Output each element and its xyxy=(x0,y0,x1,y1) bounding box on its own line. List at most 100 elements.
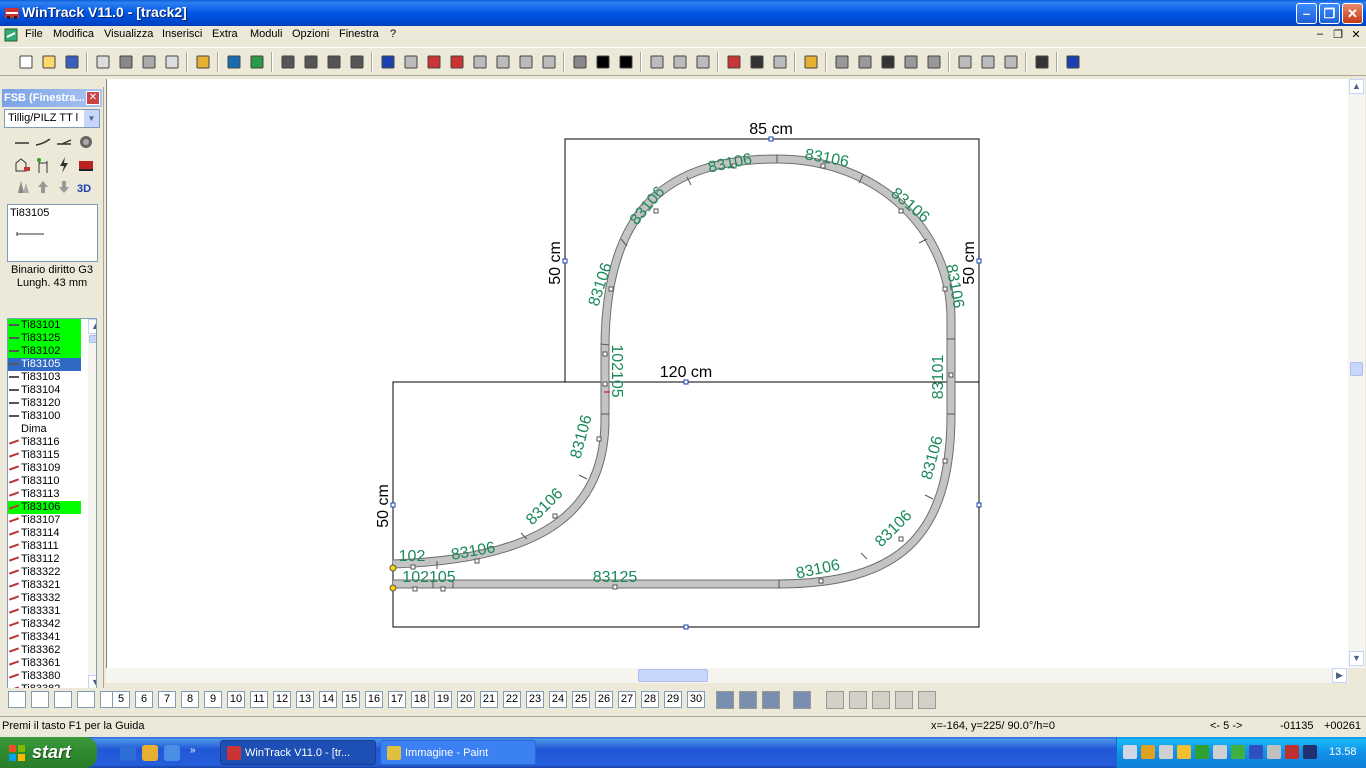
view3-icon[interactable] xyxy=(872,691,890,709)
layer3-icon[interactable] xyxy=(1001,52,1021,72)
list-item[interactable]: Ti83114 xyxy=(8,527,81,540)
tray-app-icon[interactable] xyxy=(1213,745,1227,759)
trees-icon[interactable] xyxy=(12,177,32,197)
train-icon[interactable] xyxy=(76,155,96,175)
straight-tool-icon[interactable] xyxy=(593,52,613,72)
signal-icon[interactable] xyxy=(33,155,53,175)
list-item[interactable]: Ti83110 xyxy=(8,475,81,488)
list-item[interactable]: Ti83106 xyxy=(8,501,81,514)
page-tab-hidden[interactable] xyxy=(77,691,95,708)
page-tab-16[interactable]: 16 xyxy=(365,691,383,708)
horizontal-scrollbar[interactable]: ▶ xyxy=(106,668,1348,683)
vertical-scroll-thumb[interactable] xyxy=(1350,362,1363,376)
view5-icon[interactable] xyxy=(918,691,936,709)
list-item[interactable]: Ti83113 xyxy=(8,488,81,501)
rotate180-icon[interactable] xyxy=(770,52,790,72)
connect-icon[interactable] xyxy=(878,52,898,72)
tray-monitor-icon[interactable] xyxy=(1303,745,1317,759)
fsb-close-icon[interactable]: ✕ xyxy=(86,91,100,105)
mdi-restore-button[interactable]: ❐ xyxy=(1330,28,1346,41)
electric-icon[interactable] xyxy=(54,155,74,175)
book-red-icon[interactable] xyxy=(424,52,444,72)
page-icon[interactable] xyxy=(162,52,182,72)
zoom-out-icon[interactable] xyxy=(278,52,298,72)
redo-icon[interactable] xyxy=(401,52,421,72)
list-item[interactable]: Ti83361 xyxy=(8,657,81,670)
page-tab-10[interactable]: 10 xyxy=(227,691,245,708)
piece-list-scroll-thumb[interactable] xyxy=(89,335,96,343)
stats-icon[interactable] xyxy=(224,52,244,72)
page-tab-14[interactable]: 14 xyxy=(319,691,337,708)
start-button[interactable]: start xyxy=(0,737,97,768)
insert-icon[interactable] xyxy=(801,52,821,72)
catalog-select[interactable]: Tillig/PILZ TT l ▼ xyxy=(4,109,100,128)
menu-inserisci[interactable]: Inserisci xyxy=(162,28,202,40)
page-tab-18[interactable]: 18 xyxy=(411,691,429,708)
module-icon[interactable] xyxy=(647,52,667,72)
scroll-up-icon[interactable]: ▲ xyxy=(88,319,96,334)
list-item[interactable]: Ti83322 xyxy=(8,566,81,579)
zoom-all-icon[interactable] xyxy=(347,52,367,72)
page-tab-hidden[interactable] xyxy=(31,691,49,708)
piece-list[interactable]: Ti83101 Ti83125 Ti83102 Ti83105 Ti83103 Ti831… xyxy=(7,318,97,691)
list-item[interactable]: Ti83362 xyxy=(8,644,81,657)
tray-sound-icon[interactable] xyxy=(1159,745,1173,759)
restore-button[interactable]: ❐ xyxy=(1319,3,1340,24)
copy-icon[interactable] xyxy=(516,52,536,72)
zoom-in-icon[interactable] xyxy=(301,52,321,72)
open-icon[interactable] xyxy=(39,52,59,72)
straight-piece-icon[interactable] xyxy=(12,132,32,152)
list-item[interactable]: Ti83332 xyxy=(8,592,81,605)
list-item[interactable]: Ti83100 xyxy=(8,410,81,423)
list-item[interactable]: Ti83111 xyxy=(8,540,81,553)
menu-modifica[interactable]: Modifica xyxy=(53,28,94,40)
menu-opzioni[interactable]: Opzioni xyxy=(292,28,329,40)
quicklaunch-more-icon[interactable]: » xyxy=(190,745,196,756)
minimize-button[interactable]: – xyxy=(1296,3,1317,24)
page-tab-6[interactable]: 6 xyxy=(135,691,153,708)
print-setup-icon[interactable] xyxy=(139,52,159,72)
list-item[interactable]: Ti83120 xyxy=(8,397,81,410)
list-item[interactable]: Dima xyxy=(8,423,81,436)
cut-icon[interactable] xyxy=(493,52,513,72)
list-item[interactable]: Ti83101 xyxy=(8,319,81,332)
page-tab-24[interactable]: 24 xyxy=(549,691,567,708)
tray-messenger-icon[interactable] xyxy=(1177,745,1191,759)
flex-icon[interactable] xyxy=(924,52,944,72)
track-plan[interactable]: 85 cm 50 cm 50 cm 120 cm 50 cm 83106 831… xyxy=(107,79,1349,668)
layer1-icon[interactable] xyxy=(955,52,975,72)
scroll-right-icon[interactable]: ▶ xyxy=(1332,668,1347,683)
page-tab-25[interactable]: 25 xyxy=(572,691,590,708)
page-tab-22[interactable]: 22 xyxy=(503,691,521,708)
chrome-icon[interactable] xyxy=(142,745,158,761)
align2-icon[interactable] xyxy=(855,52,875,72)
page-tab-8[interactable]: 8 xyxy=(181,691,199,708)
page-tab-12[interactable]: 12 xyxy=(273,691,291,708)
page-tab-hidden[interactable] xyxy=(8,691,26,708)
scroll-up-icon[interactable]: ▲ xyxy=(1349,79,1364,94)
view2-icon[interactable] xyxy=(849,691,867,709)
vertical-scrollbar[interactable]: ▲ ▼ xyxy=(1348,79,1365,668)
layers-icon[interactable] xyxy=(716,691,734,709)
list-item[interactable]: Ti83112 xyxy=(8,553,81,566)
task-wintrack[interactable]: WinTrack V11.0 - [tr... xyxy=(220,740,376,765)
list-item[interactable]: Ti83321 xyxy=(8,579,81,592)
ie-icon[interactable] xyxy=(120,745,136,761)
layout-canvas[interactable]: 85 cm 50 cm 50 cm 120 cm 50 cm 83106 831… xyxy=(106,79,1348,668)
list-item[interactable]: Ti83116 xyxy=(8,436,81,449)
zoom-window-icon[interactable] xyxy=(324,52,344,72)
turntable-icon[interactable] xyxy=(76,132,96,152)
switch-icon[interactable] xyxy=(570,52,590,72)
ungroup-icon[interactable] xyxy=(693,52,713,72)
open-folder-icon[interactable] xyxy=(193,52,213,72)
tray-battery-icon[interactable] xyxy=(1231,745,1245,759)
page-tab-30[interactable]: 30 xyxy=(687,691,705,708)
raise-icon[interactable] xyxy=(33,177,53,197)
piece-list-scrollbar[interactable]: ▲ ▼ xyxy=(88,319,96,690)
close-button[interactable]: ✕ xyxy=(1342,3,1363,24)
book-gray-icon[interactable] xyxy=(470,52,490,72)
document-icon[interactable] xyxy=(4,28,18,42)
layer-hide-icon[interactable] xyxy=(762,691,780,709)
save-icon[interactable] xyxy=(62,52,82,72)
list-item[interactable]: Ti83102 xyxy=(8,345,81,358)
